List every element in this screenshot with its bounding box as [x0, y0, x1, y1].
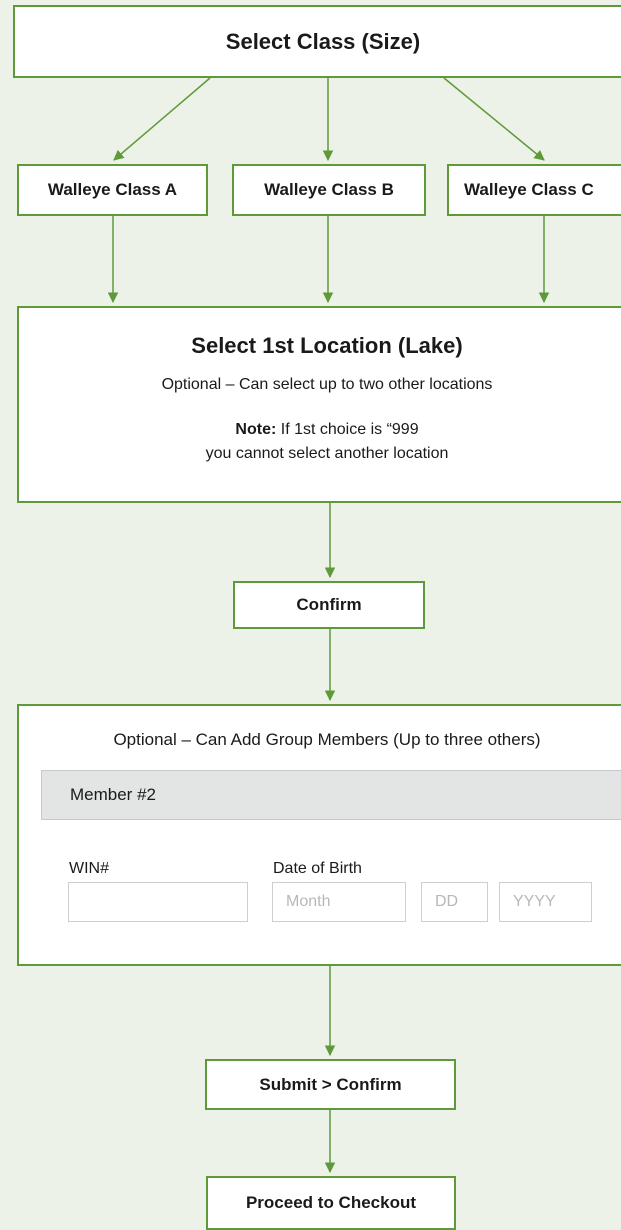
year-placeholder: YYYY [513, 893, 556, 910]
dob-label: Date of Birth [273, 860, 362, 877]
checkout-label: Proceed to Checkout [245, 1193, 417, 1212]
win-input[interactable] [68, 882, 248, 922]
class-a-box[interactable]: Walleye Class A [17, 164, 208, 216]
location-subtitle: Optional – Can select up to two other lo… [161, 376, 493, 393]
location-box: Select 1st Location (Lake) Optional – Ca… [17, 306, 621, 503]
select-class-box: Select Class (Size) [13, 5, 621, 78]
select-class-title: Select Class (Size) [225, 28, 421, 54]
note-label: Note: [235, 421, 277, 438]
group-members-title: Optional – Can Add Group Members (Up to … [113, 730, 541, 749]
dob-day-input[interactable]: DD [421, 882, 488, 922]
group-members-box: Optional – Can Add Group Members (Up to … [17, 704, 621, 966]
class-c-box[interactable]: Walleye Class C [447, 164, 621, 216]
member-2-header: Member #2 [41, 770, 621, 820]
class-c-label: Walleye Class C [464, 180, 594, 199]
day-placeholder: DD [435, 893, 459, 910]
member-2-label: Member #2 [70, 785, 156, 804]
class-b-label: Walleye Class B [264, 180, 394, 199]
dob-month-input[interactable]: Month [272, 882, 406, 922]
arrow-to-class-a [113, 77, 211, 161]
proceed-checkout-button[interactable]: Proceed to Checkout [206, 1176, 456, 1230]
win-label: WIN# [69, 860, 109, 877]
submit-confirm-button[interactable]: Submit > Confirm [205, 1059, 456, 1110]
class-a-label: Walleye Class A [47, 180, 178, 199]
submit-label: Submit > Confirm [259, 1074, 402, 1094]
month-placeholder: Month [286, 893, 331, 910]
arrow-to-class-c [443, 77, 545, 161]
confirm-label: Confirm [296, 595, 362, 614]
location-title: Select 1st Location (Lake) [191, 333, 463, 358]
dob-year-input[interactable]: YYYY [499, 882, 592, 922]
class-b-box[interactable]: Walleye Class B [232, 164, 426, 216]
location-note: Note: If 1st choice is “999 you cannot s… [19, 418, 621, 466]
confirm-button[interactable]: Confirm [233, 581, 425, 629]
note-line-2: you cannot select another location [205, 445, 449, 462]
note-text: If 1st choice is “999 [276, 421, 419, 438]
